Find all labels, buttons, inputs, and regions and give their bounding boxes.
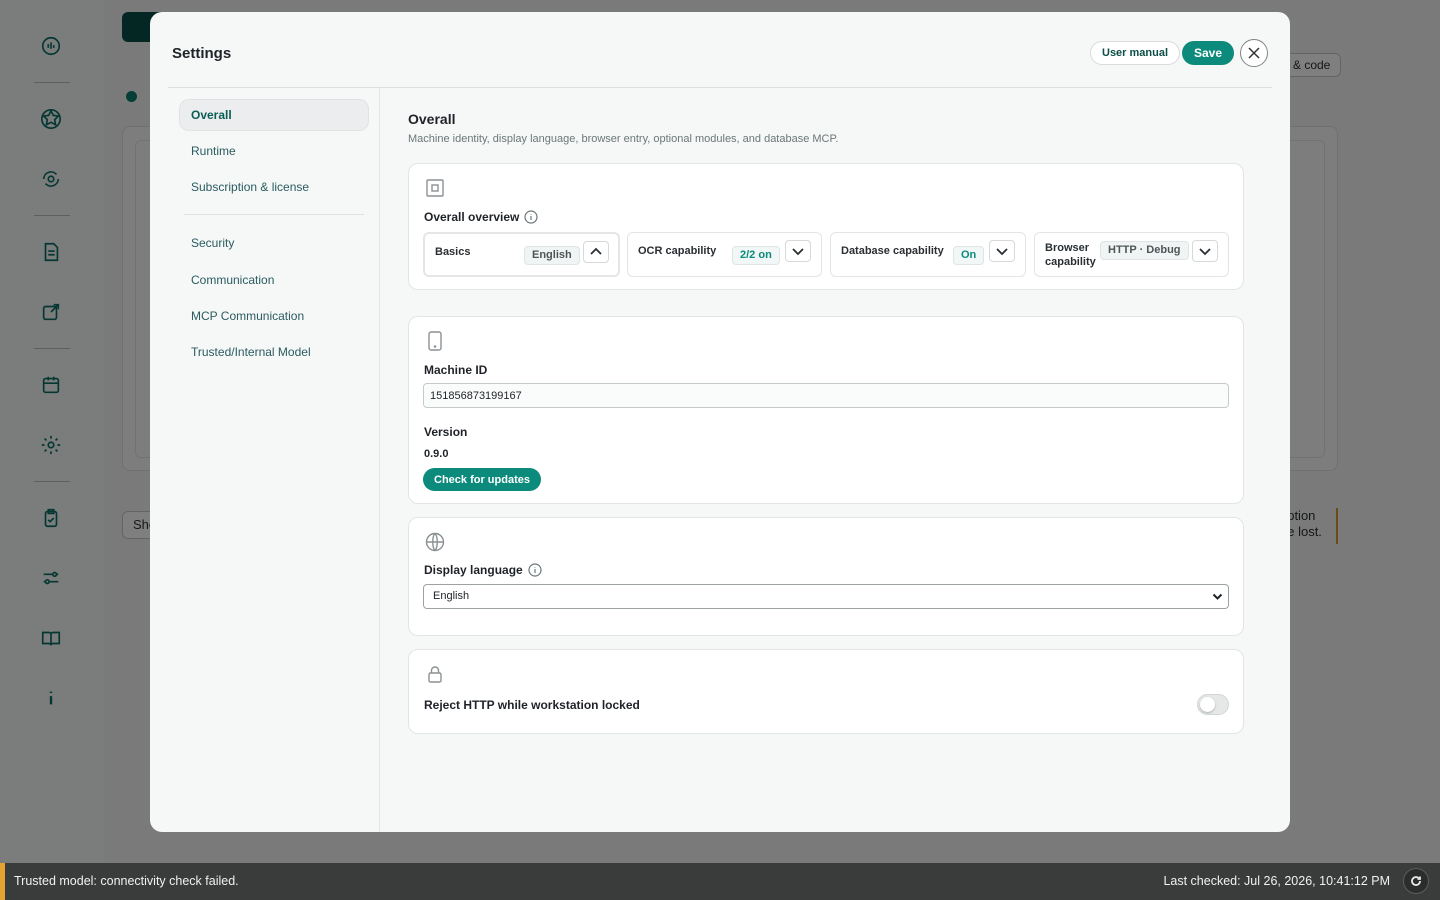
last-checked-text: Last checked: Jul 26, 2026, 10:41:12 PM xyxy=(1163,874,1390,888)
language-select[interactable]: English xyxy=(423,584,1229,609)
toggle-knob xyxy=(1200,697,1215,712)
expand-button[interactable] xyxy=(785,240,811,262)
version-label: Version xyxy=(424,425,468,439)
settings-modal: Settings User manual Save Overall Runtim… xyxy=(150,12,1290,832)
machine-id-field[interactable] xyxy=(423,383,1229,408)
check-updates-button[interactable]: Check for updates xyxy=(423,468,541,491)
status-badge: English xyxy=(524,246,580,265)
modal-header: Settings User manual Save xyxy=(150,12,1290,88)
expand-button[interactable] xyxy=(989,240,1015,262)
overview-item-name: Database capability xyxy=(841,245,944,257)
sidebar-item-security[interactable]: Security xyxy=(179,227,369,259)
chevron-down-icon xyxy=(1199,248,1211,256)
overview-item-database[interactable]: Database capability On xyxy=(830,232,1026,277)
sidebar-item-overall[interactable]: Overall xyxy=(179,99,369,131)
sidebar-item-mcp-communication[interactable]: MCP Communication xyxy=(179,300,369,332)
close-button[interactable] xyxy=(1240,39,1268,67)
language-card: Display language English xyxy=(408,517,1244,636)
overview-item-name: Basics xyxy=(435,246,471,258)
sidebar-divider xyxy=(184,214,364,215)
sidebar-item-communication[interactable]: Communication xyxy=(179,264,369,296)
page-subtitle: Machine identity, display language, brow… xyxy=(408,133,839,145)
version-value: 0.9.0 xyxy=(424,448,449,460)
info-circle-icon[interactable] xyxy=(524,210,538,224)
lock-icon xyxy=(424,663,446,685)
language-select-value: English xyxy=(433,590,470,602)
chevron-down-icon xyxy=(996,248,1008,256)
machine-card: Machine ID Version 0.9.0 Check for updat… xyxy=(408,316,1244,504)
globe-icon xyxy=(424,531,446,553)
settings-sidebar: Overall Runtime Subscription & license S… xyxy=(168,88,380,832)
close-icon xyxy=(1248,47,1260,59)
overview-item-ocr[interactable]: OCR capability 2/2 on xyxy=(627,232,822,277)
chevron-down-icon xyxy=(792,248,804,256)
status-badge: On xyxy=(953,246,985,265)
status-badge: HTTP · Debug xyxy=(1100,241,1189,260)
overview-card: Overall overview Basics English OCR capa… xyxy=(408,163,1244,290)
overview-item-name-line: Browser xyxy=(1045,242,1090,254)
reject-http-toggle[interactable] xyxy=(1197,694,1229,715)
modal-title: Settings xyxy=(172,45,232,62)
refresh-button[interactable] xyxy=(1403,868,1429,894)
user-manual-button[interactable]: User manual xyxy=(1090,41,1181,65)
overview-item-browser[interactable]: Browser capability HTTP · Debug xyxy=(1034,232,1229,277)
display-language-label-text: Display language xyxy=(424,563,523,577)
sidebar-item-subscription[interactable]: Subscription & license xyxy=(179,171,369,203)
reject-http-label: Reject HTTP while workstation locked xyxy=(424,698,640,712)
chevron-down-icon xyxy=(1212,593,1223,600)
lock-card: Reject HTTP while workstation locked xyxy=(408,649,1244,734)
sidebar-item-trusted-model[interactable]: Trusted/Internal Model xyxy=(179,336,369,368)
refresh-icon xyxy=(1411,876,1421,886)
overview-item-name: Browser capability xyxy=(1045,241,1096,269)
square-icon xyxy=(424,177,446,199)
overview-item-name: OCR capability xyxy=(638,245,717,257)
overview-item-name-line: capability xyxy=(1045,256,1096,268)
info-circle-icon[interactable] xyxy=(528,563,542,577)
status-message: Trusted model: connectivity check failed… xyxy=(14,874,239,888)
collapse-button[interactable] xyxy=(583,241,609,263)
mobile-device-icon xyxy=(424,330,446,352)
machine-id-label: Machine ID xyxy=(424,363,488,377)
sidebar-item-runtime[interactable]: Runtime xyxy=(179,135,369,167)
chevron-up-icon xyxy=(590,247,602,255)
page-title: Overall xyxy=(408,111,456,127)
overview-label-text: Overall overview xyxy=(424,210,520,224)
expand-button[interactable] xyxy=(1192,240,1218,262)
status-bar: Trusted model: connectivity check failed… xyxy=(0,863,1440,900)
status-badge: 2/2 on xyxy=(732,246,780,265)
overview-label: Overall overview xyxy=(424,210,538,224)
overview-item-basics[interactable]: Basics English xyxy=(423,232,620,277)
display-language-label: Display language xyxy=(424,563,542,577)
save-button[interactable]: Save xyxy=(1182,41,1235,65)
